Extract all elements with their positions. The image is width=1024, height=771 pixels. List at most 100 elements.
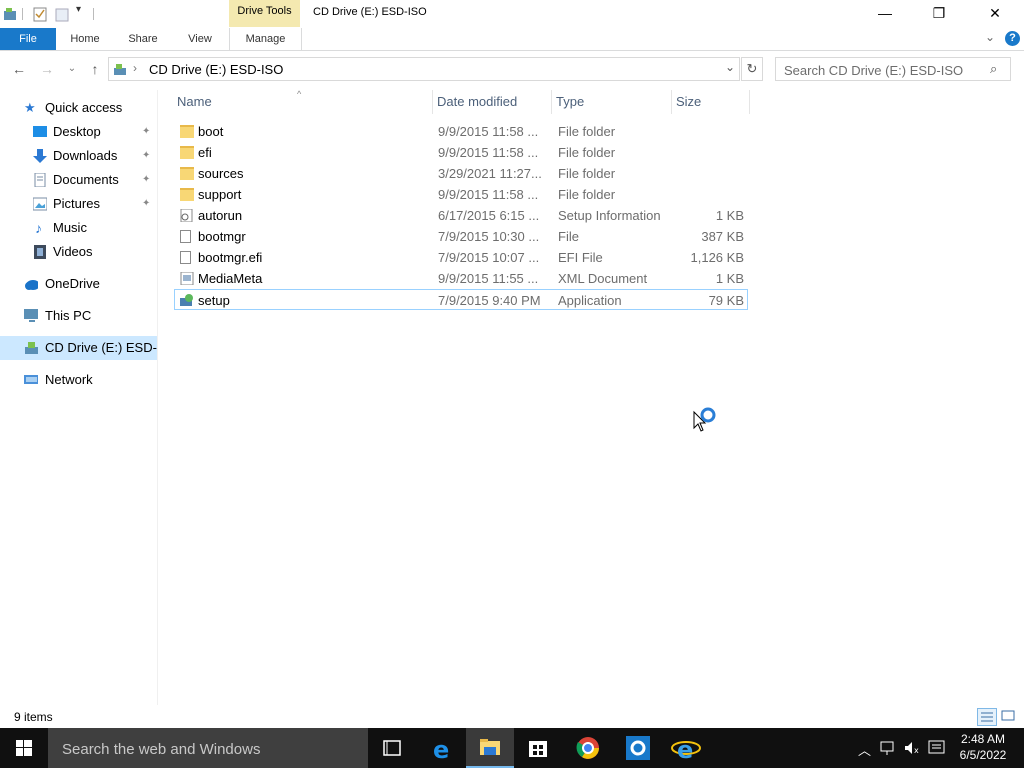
file-row[interactable]: autorun 6/17/2015 6:15 ... Setup Informa… [174,205,748,226]
restore-button[interactable]: ❐ [916,0,962,28]
file-row[interactable]: sources 3/29/2021 11:27... File folder [174,163,748,184]
nav-documents[interactable]: Documents ✦ [0,168,157,192]
tab-file[interactable]: File [0,28,56,50]
file-row[interactable]: bootmgr 7/9/2015 10:30 ... File 387 KB [174,226,748,247]
film-icon [34,245,46,259]
address-path: CD Drive (E:) ESD-ISO [149,62,284,77]
tab-home[interactable]: Home [62,28,108,50]
nav-label: Downloads [53,148,118,163]
file-date: 7/9/2015 10:07 ... [438,250,540,265]
nav-quick-access[interactable]: ★ Quick access [0,96,157,120]
new-folder-icon[interactable] [55,6,69,22]
file-date: 3/29/2021 11:27... [438,166,542,181]
column-size[interactable]: Size [672,90,750,114]
clock[interactable]: 2:48 AM 6/5/2022 [950,731,1016,763]
drive-tools-context-label: Drive Tools [229,0,300,27]
search-icon[interactable]: ⌕ [990,61,997,77]
column-name[interactable]: Name ^ [173,89,433,114]
recent-locations-chevron-icon[interactable]: ⌄ [62,59,82,79]
file-row[interactable]: bootmgr.efi 7/9/2015 10:07 ... EFI File … [174,247,748,268]
action-center-icon[interactable] [928,740,946,756]
nav-this-pc[interactable]: This PC [0,304,157,328]
file-row[interactable]: support 9/9/2015 11:58 ... File folder [174,184,748,205]
file-name: boot [198,124,224,139]
file-date: 6/17/2015 6:15 ... [438,208,540,223]
customize-toolbar-chevron-icon[interactable]: ▾ [76,4,81,20]
clock-time: 2:48 AM [960,732,1006,746]
volume-muted-icon[interactable]: x [903,740,921,756]
column-date-modified[interactable]: Date modified [433,90,552,114]
breadcrumb-chevron-icon[interactable]: › [133,61,137,75]
file-row[interactable]: MediaMeta 9/9/2015 11:55 ... XML Documen… [174,268,748,289]
nav-network[interactable]: Network [0,368,157,392]
sort-ascending-icon: ^ [297,89,302,99]
tab-share[interactable]: Share [120,28,166,50]
pin-icon: ✦ [142,198,151,209]
address-bar[interactable]: › CD Drive (E:) ESD-ISO ⌄ [108,57,740,81]
taskbar-store[interactable] [514,728,562,768]
taskbar-internet-explorer[interactable]: e [662,728,710,768]
file-row[interactable]: boot 9/9/2015 11:58 ... File folder [174,121,748,142]
show-hidden-icons-chevron-icon[interactable]: ︿ [858,740,871,759]
details-view-button[interactable] [977,708,997,726]
column-label: Name [177,94,212,109]
taskbar: e e ︿ x 2:48 AM 6/5/2022 [0,728,1024,768]
file-date: 9/9/2015 11:55 ... [438,271,539,286]
file-date: 9/9/2015 11:58 ... [438,124,539,139]
status-bar: 9 items [0,706,1024,728]
properties-icon[interactable] [33,6,47,22]
minimize-button[interactable]: — [862,0,908,28]
taskbar-file-explorer[interactable] [466,728,514,768]
tab-manage[interactable]: Manage [229,28,302,50]
item-count: 9 items [14,710,53,724]
file-type: File folder [558,187,616,202]
store-icon [529,741,547,757]
file-date: 7/9/2015 10:30 ... [438,229,540,244]
file-row[interactable]: efi 9/9/2015 11:58 ... File folder [174,142,748,163]
file-type: XML Document [558,271,648,286]
nav-music[interactable]: ♪ Music [0,216,157,240]
refresh-button[interactable]: ↻ [741,57,763,81]
ribbon-expand-chevron-icon[interactable]: ⌄ [985,30,995,44]
nav-downloads[interactable]: Downloads ✦ [0,144,157,168]
large-icons-view-button[interactable] [999,708,1019,726]
close-button[interactable]: ✕ [972,0,1018,28]
forward-arrow-icon[interactable]: → [37,59,57,79]
details-view-icon [981,712,993,722]
large-icons-view-icon [1001,710,1015,721]
taskbar-settings[interactable] [614,728,662,768]
start-button[interactable] [0,728,48,768]
search-box[interactable]: ⌕ [775,57,1011,81]
taskbar-search-input[interactable] [60,738,364,760]
taskbar-search-box[interactable] [48,728,368,768]
file-name: autorun [198,208,243,223]
file-type: File folder [558,124,616,139]
window-title: CD Drive (E:) ESD-ISO [313,6,427,18]
nav-label: Documents [53,172,119,187]
search-input[interactable] [782,60,986,80]
tab-view[interactable]: View [177,28,223,50]
nav-cd-drive[interactable]: CD Drive (E:) ESD- [0,336,157,360]
nav-videos[interactable]: Videos [0,240,157,264]
back-arrow-icon[interactable]: ← [9,59,29,79]
close-icon: ✕ [989,5,1001,21]
setup-app-icon [180,294,193,306]
folder-icon [180,167,194,180]
file-size: 1,126 KB [690,250,745,265]
file-explorer-icon [480,739,500,755]
file-row[interactable]: setup 7/9/2015 9:40 PM Application 79 KB [174,289,748,310]
taskbar-edge[interactable]: e [418,728,466,768]
help-icon[interactable]: ? [1005,31,1020,46]
column-type[interactable]: Type [552,90,672,114]
network-status-icon[interactable] [879,740,897,756]
nav-desktop[interactable]: Desktop ✦ [0,120,157,144]
address-dropdown-icon[interactable]: ⌄ [725,60,735,74]
task-view-button[interactable] [368,728,416,768]
pictures-icon [33,197,47,211]
nav-pictures[interactable]: Pictures ✦ [0,192,157,216]
file-size: 387 KB [701,229,744,244]
taskbar-chrome[interactable] [564,728,612,768]
up-arrow-icon[interactable]: ↑ [85,59,105,79]
nav-onedrive[interactable]: OneDrive [0,272,157,296]
file-name: efi [198,145,212,160]
